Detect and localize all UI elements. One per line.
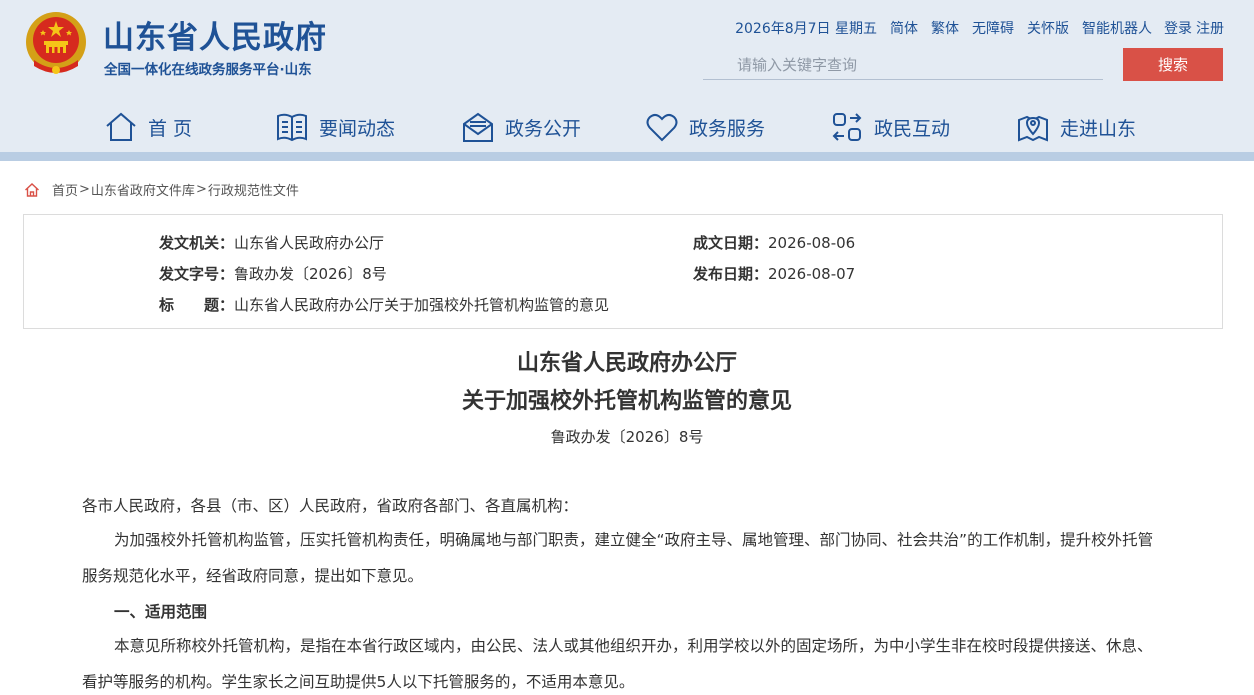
main-nav: 首 页 要闻动态 政务公开 政务服务 政民互动 走进山东: [0, 104, 1254, 150]
home-icon: [25, 182, 39, 197]
meta-label: 发文字号：: [159, 265, 235, 283]
national-emblem-icon: [26, 12, 86, 74]
nav-label: 走进山东: [1060, 117, 1137, 140]
meta-doc-number: 发文字号：鲁政办发〔2026〕8号: [159, 263, 387, 284]
top-links-bar: 2026年8月7日 星期五 简体 繁体 无障碍 关怀版 智能机器人 登录 注册: [735, 18, 1224, 38]
meta-value: 2026-08-07: [768, 265, 856, 283]
breadcrumb-home[interactable]: 首页: [52, 180, 78, 199]
nav-interaction[interactable]: 政民互动: [830, 104, 950, 150]
simplified-chinese-link[interactable]: 简体: [890, 18, 918, 38]
meta-published-date: 发布日期：2026-08-07: [693, 263, 855, 284]
site-subtitle[interactable]: 全国一体化在线政务服务平台·山东: [104, 58, 312, 78]
meta-label: 发布日期：: [693, 265, 769, 283]
article-salutation: 各市人民政府，各县（市、区）人民政府，省政府各部门、各直属机构：: [82, 497, 579, 515]
smart-robot-link[interactable]: 智能机器人: [1082, 18, 1152, 38]
breadcrumb-separator: >: [195, 182, 207, 197]
accessibility-link[interactable]: 无障碍: [972, 18, 1014, 38]
interaction-arrows-icon: [832, 113, 862, 141]
meta-created-date: 成文日期：2026-08-06: [693, 232, 855, 253]
nav-label: 要闻动态: [319, 117, 396, 140]
article-title-line-2: 关于加强校外托管机构监管的意见: [461, 389, 792, 414]
mail-envelope-icon: [463, 112, 493, 142]
breadcrumb-separator: >: [79, 182, 90, 197]
article-doc-number: 鲁政办发〔2026〕8号: [550, 428, 704, 446]
site-title[interactable]: 山东省人民政府: [103, 12, 327, 57]
register-link[interactable]: 注册: [1196, 18, 1224, 38]
login-link[interactable]: 登录: [1164, 18, 1192, 38]
nav-services[interactable]: 政务服务: [645, 104, 765, 150]
nav-about-shandong[interactable]: 走进山东: [1016, 104, 1136, 150]
meta-label: 标 题：: [159, 296, 235, 314]
nav-open-government[interactable]: 政务公开: [461, 104, 581, 150]
breadcrumb: 首页 > 山东省政府文件库 > 行政规范性文件: [24, 180, 299, 199]
current-date: 2026年8月7日 星期五: [735, 21, 877, 37]
search-input[interactable]: [703, 50, 1103, 80]
nav-news[interactable]: 要闻动态: [275, 104, 395, 150]
heart-icon: [646, 113, 678, 142]
section-heading: 一、适用范围: [114, 603, 208, 621]
breadcrumb-normative-documents[interactable]: 行政规范性文件: [208, 180, 299, 199]
map-pin-icon: [1018, 115, 1048, 142]
meta-value: 2026-08-06: [768, 234, 856, 252]
nav-label: 政民互动: [874, 117, 951, 140]
nav-label: 首 页: [148, 117, 193, 140]
meta-title: 标 题：山东省人民政府办公厅关于加强校外托管机构监管的意见: [159, 294, 609, 315]
meta-value: 山东省人民政府办公厅关于加强校外托管机构监管的意见: [234, 296, 610, 314]
section-body-paragraph: 本意见所称校外托管机构，是指在本省行政区域内，由公民、法人或其他组织开办，利用学…: [82, 637, 1153, 691]
breadcrumb-document-library[interactable]: 山东省政府文件库: [91, 180, 195, 199]
meta-value: 鲁政办发〔2026〕8号: [234, 265, 387, 283]
news-book-icon: [277, 113, 307, 142]
meta-label: 发文机关：: [159, 234, 235, 252]
care-mode-link[interactable]: 关怀版: [1027, 18, 1069, 38]
nav-label: 政务服务: [689, 117, 766, 140]
login-register-group: 登录 注册: [1164, 18, 1224, 38]
article-title-line-1: 山东省人民政府办公厅: [516, 351, 737, 376]
header-divider-bar: [0, 152, 1254, 161]
meta-value: 山东省人民政府办公厅: [234, 234, 385, 252]
search-button[interactable]: 搜索: [1123, 48, 1223, 81]
article-intro-paragraph: 为加强校外托管机构监管，压实托管机构责任，明确属地与部门职责，建立健全“政府主导…: [82, 531, 1154, 585]
site-header: 山东省人民政府 全国一体化在线政务服务平台·山东 2026年8月7日 星期五 简…: [0, 0, 1254, 152]
traditional-chinese-link[interactable]: 繁体: [931, 18, 959, 38]
nav-home[interactable]: 首 页: [104, 104, 192, 150]
meta-issuer: 发文机关：山东省人民政府办公厅: [159, 232, 384, 253]
document-metadata-box: 发文机关：山东省人民政府办公厅 发文字号：鲁政办发〔2026〕8号 标 题：山东…: [23, 214, 1223, 329]
meta-label: 成文日期：: [693, 234, 769, 252]
home-icon: [106, 112, 136, 141]
nav-label: 政务公开: [505, 117, 582, 140]
